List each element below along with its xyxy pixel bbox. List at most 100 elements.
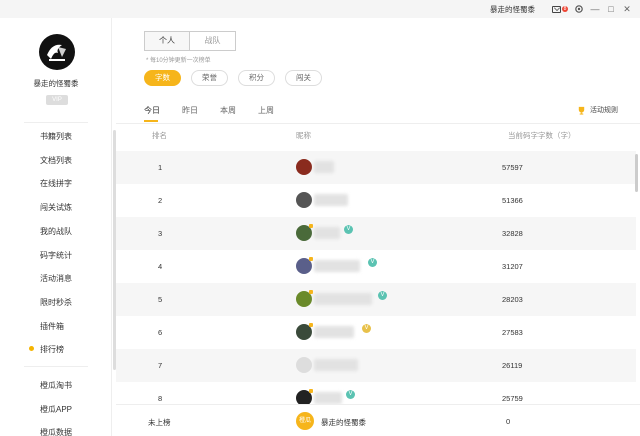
table-scrollbar[interactable]: [635, 154, 638, 192]
blurred-nickname: [314, 392, 342, 404]
maximize-button[interactable]: □: [606, 4, 616, 14]
chip-points[interactable]: 积分: [238, 70, 275, 86]
sidebar-item-leaderboard[interactable]: 排行榜: [40, 344, 64, 355]
update-hint: * 每10分钟更新一次榜单: [146, 58, 211, 64]
sidebar-item-plugins[interactable]: 插件箱: [40, 321, 64, 332]
mail-icon[interactable]: [551, 4, 561, 14]
row-word-count: 27583: [502, 328, 523, 337]
sidebar-item-documents[interactable]: 文档列表: [40, 155, 72, 166]
sidebar-item-online-typing[interactable]: 在线拼字: [40, 178, 72, 189]
my-rank-label: 未上榜: [148, 418, 171, 427]
close-button[interactable]: ✕: [622, 4, 632, 14]
user-avatar[interactable]: [296, 192, 312, 208]
blurred-nickname: [314, 293, 372, 305]
row-rank: 3: [158, 229, 163, 238]
title-bar: 暴走的怪蜀黍 8 — □ ✕: [0, 0, 640, 18]
header-nickname: 昵称: [296, 130, 311, 140]
row-word-count: 57597: [502, 163, 523, 172]
category-chips: 字数 荣誉 积分 闯关: [144, 70, 332, 86]
minimize-button[interactable]: —: [590, 4, 600, 14]
verified-icon: V: [346, 390, 355, 399]
sidebar-item-challenge[interactable]: 闯关试炼: [40, 202, 72, 213]
my-word-count: 0: [506, 417, 511, 426]
my-avatar[interactable]: 橙瓜: [296, 412, 314, 430]
plus-badge-icon: [309, 389, 313, 393]
table-row[interactable]: 4 V 31207: [116, 250, 636, 283]
table-row[interactable]: 7 26119: [116, 349, 636, 382]
segment-team[interactable]: 战队: [190, 31, 236, 51]
rules-label: 活动规则: [590, 107, 618, 114]
row-rank: 5: [158, 295, 163, 304]
table-row[interactable]: 5 V 28203: [116, 283, 636, 316]
blurred-nickname: [314, 359, 358, 371]
plus-badge-icon: [309, 290, 313, 294]
blurred-nickname: [314, 227, 340, 239]
plus-badge-icon: [309, 224, 313, 228]
row-rank: 1: [158, 163, 163, 172]
row-word-count: 32828: [502, 229, 523, 238]
sidebar-divider: [24, 366, 88, 367]
row-rank: 8: [158, 394, 163, 403]
tab-today[interactable]: 今日: [144, 105, 160, 122]
row-rank: 2: [158, 196, 163, 205]
sidebar-item-my-team[interactable]: 我的战队: [40, 226, 72, 237]
plus-badge-icon: [309, 323, 313, 327]
level-badge-icon: V: [362, 324, 371, 333]
sidebar-item-flash-sale[interactable]: 限时秒杀: [40, 297, 72, 308]
row-word-count: 25759: [502, 394, 523, 403]
user-avatar[interactable]: [39, 34, 75, 70]
tab-this-week[interactable]: 本周: [220, 105, 236, 122]
period-tabs: 今日 昨日 本周 上周: [144, 105, 296, 122]
sidebar-username: 暴走的怪蜀黍: [33, 79, 79, 88]
chip-honor[interactable]: 荣誉: [191, 70, 228, 86]
chip-levels[interactable]: 闯关: [285, 70, 322, 86]
main-panel: 个人 战队 * 每10分钟更新一次榜单 字数 荣誉 积分 闯关 今日 昨日 本周…: [116, 18, 640, 436]
trophy-icon: [578, 106, 585, 115]
segment-personal[interactable]: 个人: [144, 31, 190, 51]
settings-icon[interactable]: [574, 4, 584, 14]
sidebar-item-stats[interactable]: 码字统计: [40, 250, 72, 261]
verified-icon: V: [368, 258, 377, 267]
tab-yesterday[interactable]: 昨日: [182, 105, 198, 122]
header-rank: 排名: [152, 130, 167, 140]
blurred-nickname: [314, 260, 360, 272]
blurred-nickname: [314, 161, 334, 173]
sidebar: 暴走的怪蜀黍 VIP 书籍列表 文档列表 在线拼字 闯关试炼 我的战队 码字统计…: [0, 18, 112, 436]
row-word-count: 51366: [502, 196, 523, 205]
rules-link[interactable]: 活动规则: [577, 105, 618, 115]
verified-icon: V: [378, 291, 387, 300]
verified-icon: V: [344, 225, 353, 234]
blurred-nickname: [314, 194, 348, 206]
table-row[interactable]: 1 57597: [116, 151, 636, 184]
header-word-count: 当前码字字数（字）: [508, 130, 576, 140]
sidebar-item-activities[interactable]: 活动消息: [40, 273, 72, 284]
mail-badge: 8: [562, 6, 568, 12]
active-indicator-dot: [29, 346, 34, 351]
row-word-count: 28203: [502, 295, 523, 304]
row-word-count: 31207: [502, 262, 523, 271]
mode-switch: 个人 战队: [144, 31, 236, 51]
sidebar-divider: [24, 122, 88, 123]
my-nickname: 暴走的怪蜀黍: [321, 418, 366, 427]
sidebar-item-taoshu[interactable]: 橙瓜淘书: [40, 380, 72, 391]
tab-last-week[interactable]: 上周: [258, 105, 274, 122]
table-header: 排名 昵称 当前码字字数（字）: [116, 124, 636, 146]
blurred-nickname: [314, 326, 354, 338]
chip-words[interactable]: 字数: [144, 70, 181, 86]
row-rank: 7: [158, 361, 163, 370]
row-rank: 4: [158, 262, 163, 271]
user-avatar[interactable]: [296, 159, 312, 175]
user-avatar[interactable]: [296, 357, 312, 373]
table-row[interactable]: 3 V 32828: [116, 217, 636, 250]
plus-badge-icon: [309, 257, 313, 261]
row-word-count: 26119: [502, 361, 523, 370]
my-rank-footer: 未上榜 橙瓜 暴走的怪蜀黍 0: [116, 404, 640, 436]
sidebar-item-data[interactable]: 橙瓜数据: [40, 427, 72, 436]
titlebar-username[interactable]: 暴走的怪蜀黍: [490, 4, 535, 15]
sidebar-item-books[interactable]: 书籍列表: [40, 131, 72, 142]
table-row[interactable]: 6 V 27583: [116, 316, 636, 349]
vip-badge: VIP: [46, 95, 68, 105]
row-rank: 6: [158, 328, 163, 337]
table-row[interactable]: 2 51366: [116, 184, 636, 217]
sidebar-item-app[interactable]: 橙瓜APP: [40, 404, 72, 415]
